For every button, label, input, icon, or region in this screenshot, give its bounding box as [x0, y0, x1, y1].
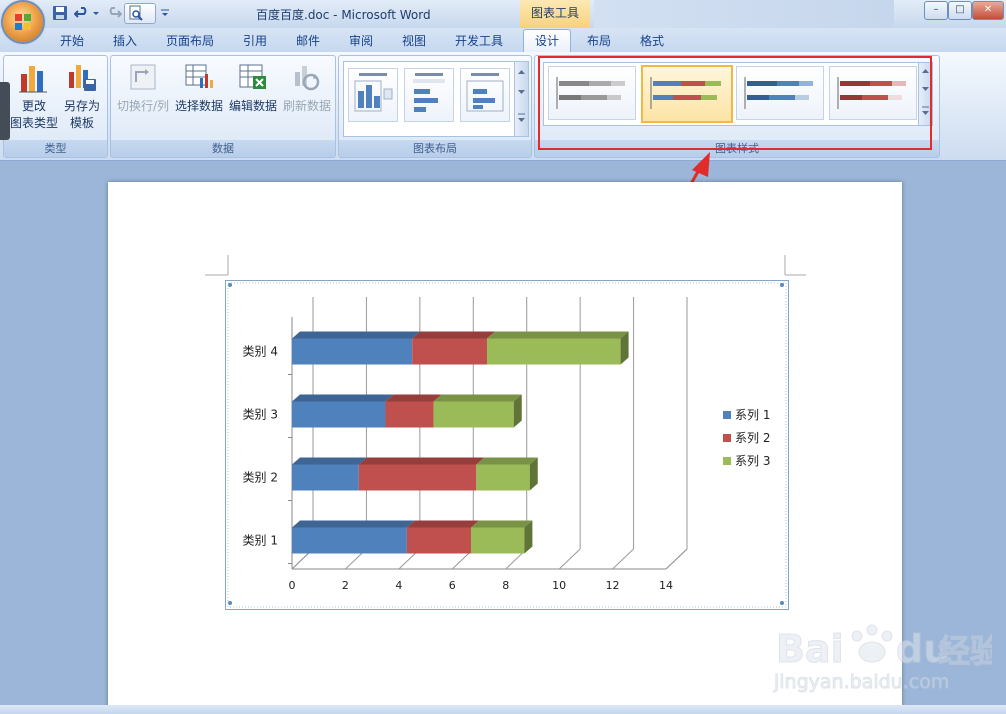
bar-top-face	[433, 394, 522, 402]
bar-top-face	[476, 457, 538, 465]
x-tick-label: 2	[342, 579, 349, 592]
bar-segment	[292, 401, 386, 428]
x-tick-label: 6	[449, 579, 456, 592]
gridline-floor	[665, 548, 688, 570]
bar-segment	[470, 527, 525, 554]
selection-handle	[228, 601, 232, 605]
selection-handle	[228, 283, 232, 287]
bar-top-face	[292, 520, 415, 528]
gridline-floor	[558, 548, 581, 570]
svg-text:Bai: Bai	[776, 627, 844, 671]
gridline-floor	[612, 548, 634, 570]
baidu-jingyan-watermark-logo: Bai du 经验 jingyan.baidu.com	[773, 624, 992, 694]
bar-segment	[358, 464, 477, 491]
legend-label: 系列 3	[735, 454, 770, 468]
legend-label: 系列 2	[735, 431, 770, 445]
legend-label: 系列 1	[735, 408, 770, 422]
x-tick-label: 4	[395, 579, 402, 592]
bar-top-face	[412, 331, 496, 339]
bar-top-face	[470, 520, 533, 528]
bar-segment	[433, 401, 514, 428]
x-tick-label: 10	[552, 579, 566, 592]
chart-object[interactable]: 0 2 4 6 8 10 12 14 类别 1 类别 2 类别 3 类别 4 系列 1 系列 2 系列 3	[225, 280, 789, 610]
bar-top-face	[292, 394, 394, 402]
legend-swatch	[723, 457, 731, 465]
chart-svg: 0 2 4 6 8 10 12 14 类别 1 类别 2 类别 3 类别 4 系列 1 系列 2 系列 3	[227, 282, 787, 608]
selection-handle	[780, 601, 784, 605]
x-tick-label: 14	[659, 579, 673, 592]
category-label: 类别 3	[243, 408, 278, 422]
legend-swatch	[723, 411, 731, 419]
svg-text:经验: 经验	[938, 632, 992, 670]
bar-top-face	[292, 331, 421, 339]
category-label: 类别 4	[243, 345, 278, 359]
bar-segment	[292, 464, 359, 491]
status-bar	[0, 705, 1006, 714]
x-tick-label: 8	[502, 579, 509, 592]
bar-top-face	[292, 457, 367, 465]
legend-swatch	[723, 434, 731, 442]
office-button[interactable]	[3, 2, 43, 42]
bar-segment	[292, 338, 413, 365]
category-label: 类别 2	[243, 471, 278, 485]
selection-handle	[780, 283, 784, 287]
bar-segment	[412, 338, 488, 365]
bar-segment	[476, 464, 530, 491]
bar-top-face	[406, 520, 479, 528]
x-tick-label: 0	[289, 579, 296, 592]
category-label: 类别 1	[243, 534, 278, 548]
bar-segment	[292, 527, 407, 554]
bar-segment	[385, 401, 434, 428]
x-tick-label: 12	[606, 579, 620, 592]
bar-top-face	[358, 457, 485, 465]
bar-top-face	[487, 331, 629, 339]
office-logo-icon	[15, 14, 31, 30]
svg-text:jingyan.baidu.com: jingyan.baidu.com	[773, 671, 949, 693]
bar-top-face	[385, 394, 442, 402]
bar-segment	[406, 527, 471, 554]
bar-segment	[487, 338, 621, 365]
